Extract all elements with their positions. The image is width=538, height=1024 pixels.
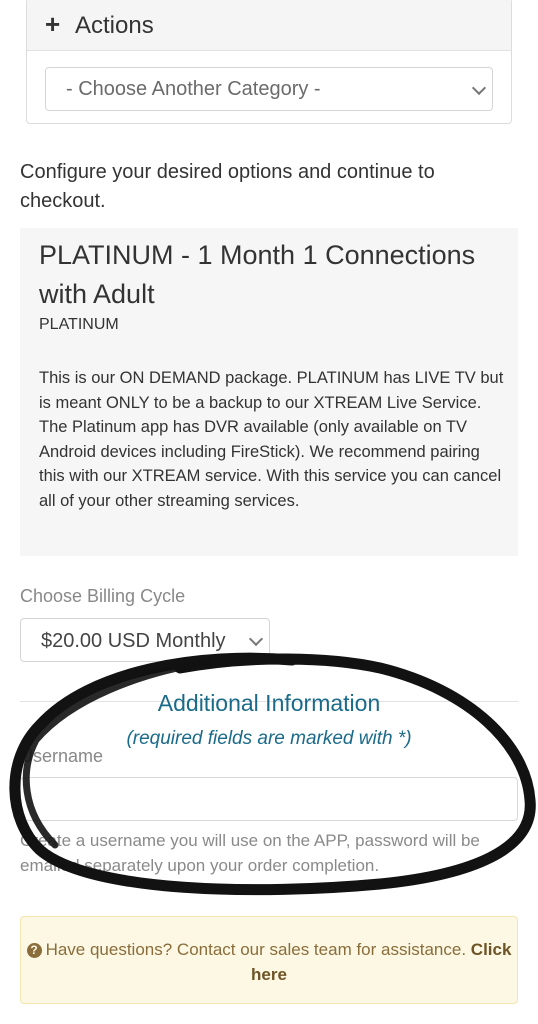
chevron-down-icon <box>471 80 487 96</box>
product-subtitle: PLATINUM <box>39 316 119 333</box>
billing-cycle-label: Choose Billing Cycle <box>20 586 186 606</box>
product-title: PLATINUM - 1 Month 1 Connections with Ad… <box>39 240 476 309</box>
product-description: This is our ON DEMAND package. PLATINUM … <box>39 369 504 510</box>
additional-info-title: Additional Information <box>157 690 381 716</box>
username-input[interactable] <box>20 777 518 821</box>
actions-title: Actions <box>75 12 154 39</box>
question-circle-icon: ? <box>26 943 42 958</box>
chevron-down-icon <box>248 631 264 647</box>
username-help-text: Create a username you will use on the AP… <box>20 831 480 875</box>
help-text-container: ? Have questions? Contact our sales team … <box>21 937 517 987</box>
sales-help-box: ? Have questions? Contact our sales team … <box>20 916 518 1004</box>
billing-cycle-select[interactable]: $20.00 USD Monthly <box>20 618 270 662</box>
product-panel: PLATINUM - 1 Month 1 Connections with Ad… <box>20 228 518 556</box>
username-label: Username <box>20 746 104 766</box>
actions-header[interactable]: + Actions <box>27 0 511 51</box>
actions-panel: + Actions - Choose Another Category - <box>26 0 512 124</box>
billing-cycle-value: $20.00 USD Monthly <box>41 630 226 652</box>
category-select[interactable]: - Choose Another Category - <box>45 67 493 111</box>
plus-icon: + <box>45 9 61 39</box>
help-text: Have questions? Contact our sales team f… <box>45 940 467 959</box>
category-select-value: - Choose Another Category - <box>66 78 321 100</box>
intro-text: Configure your desired options and conti… <box>20 161 435 212</box>
